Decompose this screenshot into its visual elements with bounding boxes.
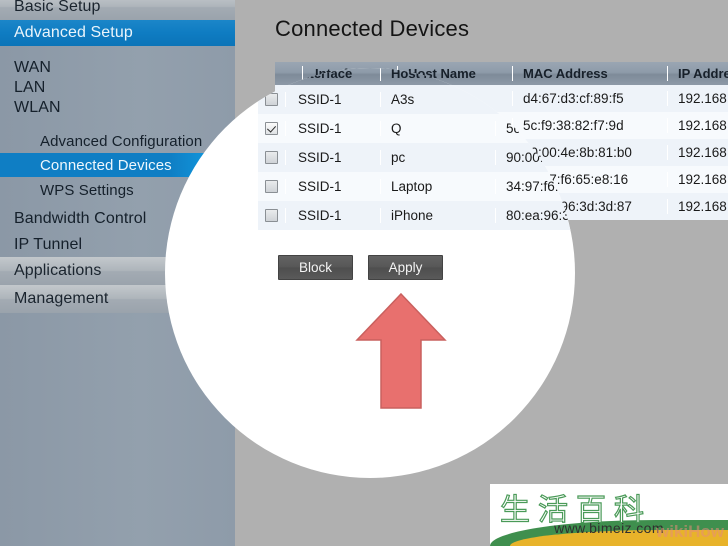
sidebar-item-label: Advanced Setup [14, 24, 133, 41]
cell-ip-address: 192.168.254.10 [667, 145, 728, 160]
cell-ip-address: 192.168.254.10 [667, 199, 728, 214]
mag-header-host-name: Host Name [380, 68, 495, 81]
mag-select-device-checkbox[interactable] [265, 209, 278, 222]
mag-cell-host-name: A3s [380, 92, 495, 107]
sidebar-item-label: WAN [14, 59, 52, 76]
mag-cell-host-name: Laptop [380, 179, 495, 194]
mag-cell-host-name: Q [380, 121, 495, 136]
mag-select-device-checkbox[interactable] [265, 93, 278, 106]
mag-row-checkbox-cell[interactable] [258, 122, 285, 135]
magnified-action-button-row: Block Apply [278, 255, 443, 280]
mag-row-checkbox-cell[interactable] [258, 209, 285, 222]
mag-cell-mac-address: 34:97:f6:65:e8:16 [495, 179, 575, 194]
mag-header-mac-address: MAC Address [495, 68, 575, 81]
mag-table-header-row: Interface Host Name MAC Address IP Addre… [258, 68, 575, 85]
mag-row-checkbox-cell[interactable] [258, 93, 285, 106]
cell-ip-address: 192.168.254.10 [667, 172, 728, 187]
magnified-apply-button[interactable]: Apply [368, 255, 443, 280]
mag-cell-interface: SSID-1 [285, 92, 380, 107]
sidebar-item-label: Connected Devices [40, 156, 172, 174]
sidebar-item-label: IP Tunnel [14, 235, 83, 253]
magnifier-contents: Interface Host Name MAC Address IP Addre… [165, 68, 575, 478]
sidebar-item-label: WPS Settings [40, 181, 134, 199]
mag-table-row[interactable]: SSID-1Laptop34:97:f6:65:e8:16192.168.254… [258, 172, 575, 201]
mag-table-row[interactable]: SSID-1pc90:00:4e:8b:81:b0192.168.254.10 [258, 143, 575, 172]
mag-cell-mac-address: 5c:f9:38:82:f7:9d [495, 121, 575, 136]
annotation-up-arrow-icon [355, 292, 447, 410]
magnified-block-button[interactable]: Block [278, 255, 353, 280]
mag-cell-interface: SSID-1 [285, 208, 380, 223]
sidebar-item-label: Applications [14, 262, 102, 279]
header-ip-address: IP Address [667, 66, 728, 81]
sidebar-item-basic-setup[interactable]: Basic Setup [0, 0, 235, 20]
watermark: 生活百科 www.bimeiz.com wikiHow [490, 484, 728, 546]
screenshot-root: Basic Setup Advanced Setup WAN LAN WLAN Advan… [0, 0, 728, 546]
mag-table-body: SSID-1A3sd4:67:d3:cf:89:f5192.168.254.10… [258, 85, 575, 230]
magnified-devices-table: Interface Host Name MAC Address IP Addre… [258, 68, 575, 230]
mag-cell-interface: SSID-1 [285, 121, 380, 136]
mag-table-row[interactable]: SSID-1Q5c:f9:38:82:f7:9d192.168.254.10 [258, 114, 575, 143]
mag-select-device-checkbox[interactable] [265, 180, 278, 193]
cell-ip-address: 192.168.254.10 [667, 91, 728, 106]
mag-cell-mac-address: d4:67:d3:cf:89:f5 [495, 92, 575, 107]
mag-cell-host-name: iPhone [380, 208, 495, 223]
mag-select-device-checkbox[interactable] [265, 122, 278, 135]
mag-cell-mac-address: 90:00:4e:8b:81:b0 [495, 150, 575, 165]
magnified-layer: Interface Host Name MAC Address IP Addre… [165, 68, 575, 478]
watermark-ghost-text: wikiHow [655, 522, 724, 541]
mag-cell-interface: SSID-1 [285, 150, 380, 165]
sidebar-item-label: Bandwidth Control [14, 210, 147, 227]
mag-row-checkbox-cell[interactable] [258, 151, 285, 164]
sidebar-item-label: Management [14, 290, 109, 307]
mag-cell-mac-address: 80:ea:96:3d:3d:87 [495, 208, 575, 223]
mag-table-row[interactable]: SSID-1A3sd4:67:d3:cf:89:f5192.168.254.10 [258, 85, 575, 114]
sidebar-item-label: LAN [14, 79, 46, 96]
mag-select-device-checkbox[interactable] [265, 151, 278, 164]
sidebar-item-label: Basic Setup [14, 0, 101, 15]
mag-row-checkbox-cell[interactable] [258, 180, 285, 193]
mag-cell-interface: SSID-1 [285, 179, 380, 194]
sidebar-item-label: WLAN [14, 99, 61, 116]
cell-ip-address: 192.168.254.10 [667, 118, 728, 133]
mag-table-row[interactable]: SSID-1iPhone80:ea:96:3d:3d:87192.168.254… [258, 201, 575, 230]
sidebar-item-advanced-setup[interactable]: Advanced Setup [0, 20, 235, 46]
mag-header-interface: Interface [285, 68, 380, 81]
magnifier-spotlight: Interface Host Name MAC Address IP Addre… [165, 68, 575, 478]
page-title: Connected Devices [275, 16, 470, 41]
mag-cell-host-name: pc [380, 150, 495, 165]
